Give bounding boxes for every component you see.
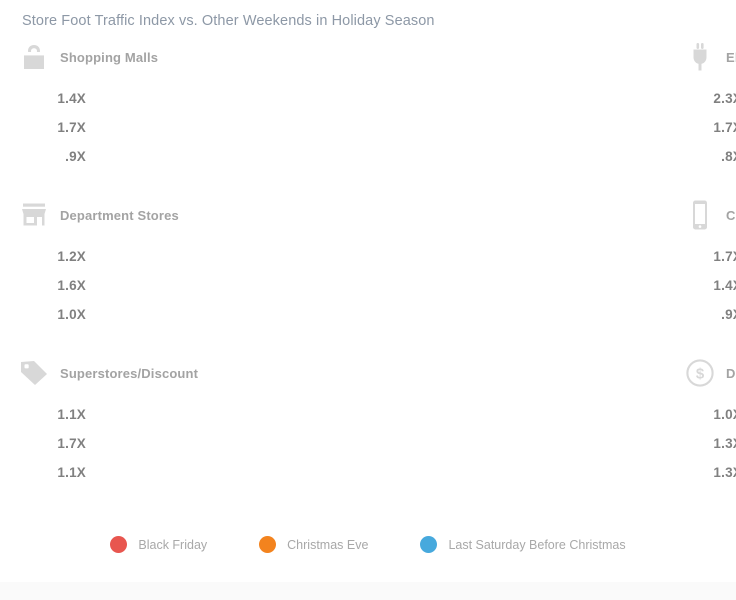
bar-row: 1.6X (18, 271, 340, 300)
bar-group: 2.3X 1.7X .8X (340, 84, 736, 171)
bar-value-label: .9X (721, 307, 736, 322)
bar-value-label: .8X (721, 149, 736, 164)
bar-row: 1.7X (18, 429, 340, 458)
bar-value-label: 1.7X (713, 249, 736, 264)
bar-track (96, 91, 340, 106)
storefront-icon (18, 199, 50, 231)
chart-legend: Black Friday Christmas Eve Last Saturday… (0, 536, 736, 553)
bar-row: .8X (340, 142, 736, 171)
bar-value-label: 1.7X (57, 120, 86, 135)
bar-value-label: 1.4X (57, 91, 86, 106)
bar-track (96, 249, 340, 264)
smartphone-icon (684, 199, 716, 231)
bar-row: 1.1X (18, 400, 340, 429)
bar-track (96, 436, 340, 451)
bar-row: 1.2X (18, 242, 340, 271)
bar-value-label: 1.7X (713, 120, 736, 135)
bar-value-label: 1.1X (57, 465, 86, 480)
legend-item-last-saturday[interactable]: Last Saturday Before Christmas (420, 536, 626, 553)
bar-track (96, 465, 340, 480)
bar-track (96, 307, 340, 322)
panel-header: Cellphone Stores (684, 198, 736, 232)
legend-label: Last Saturday Before Christmas (448, 537, 626, 552)
bar-group: 1.7X 1.4X .9X (340, 242, 736, 329)
bar-track (96, 149, 340, 164)
circle-icon (420, 536, 438, 553)
bar-value-label: .9X (65, 149, 86, 164)
bar-row: 1.7X (18, 113, 340, 142)
bar-value-label: 1.7X (57, 436, 86, 451)
panel-cellphone-stores: Cellphone Stores 1.7X 1.4X (340, 198, 736, 356)
bar-value-label: 2.3X (713, 91, 736, 106)
svg-text:$: $ (696, 365, 705, 382)
bar-row: .9X (340, 300, 736, 329)
circle-icon (110, 536, 128, 553)
category-panel-grid: Shopping Malls 1.4X 1.7X .9X E 2.3 1.7 .… (0, 40, 736, 514)
legend-item-christmas-eve[interactable]: Christmas Eve (259, 536, 368, 553)
bar-group: 1.1X 1.7X 1.1X (18, 400, 340, 487)
panel-label: Superstores/Discount (60, 365, 199, 381)
bar-group: 1.4X 1.7X .9X (18, 84, 340, 171)
panel-label: Electronics Stores (726, 49, 736, 65)
panel-row: Superstores/Discount 1.1X 1.7X 1.1X $ D … (0, 356, 736, 514)
legend-label: Christmas Eve (287, 537, 369, 552)
power-plug-icon (684, 41, 716, 73)
legend-item-black-friday[interactable]: Black Friday (110, 536, 207, 553)
panel-header: Department Stores (18, 198, 340, 232)
panel-label: Shopping Malls (60, 49, 159, 65)
panel-header: Superstores/Discount (18, 356, 340, 390)
bar-row: 1.0X (340, 400, 736, 429)
panel-superstores-discount: Superstores/Discount 1.1X 1.7X 1.1X (0, 356, 340, 514)
bar-track (96, 120, 340, 135)
bar-row: 1.3X (340, 429, 736, 458)
bar-row: 1.7X (340, 113, 736, 142)
panel-label: Cellphone Stores (726, 207, 736, 223)
bar-value-label: 1.6X (57, 278, 86, 293)
bar-value-label: 1.3X (713, 436, 736, 451)
bar-row: 1.4X (18, 84, 340, 113)
bar-value-label: 1.0X (713, 407, 736, 422)
bar-value-label: 1.4X (713, 278, 736, 293)
bar-row: 2.3X (340, 84, 736, 113)
bar-row: 1.1X (18, 458, 340, 487)
bar-row: 1.0X (18, 300, 340, 329)
panel-shopping-malls: Shopping Malls 1.4X 1.7X .9X (0, 40, 340, 198)
bar-track (96, 278, 340, 293)
chart-page: Store Foot Traffic Index vs. Other Weeke… (0, 0, 736, 600)
legend-label: Black Friday (138, 537, 208, 552)
bar-value-label: 1.0X (57, 307, 86, 322)
bar-row: 1.7X (340, 242, 736, 271)
panel-row: Shopping Malls 1.4X 1.7X .9X E 2.3 1.7 .… (0, 40, 736, 198)
bar-row: .9X (18, 142, 340, 171)
bar-row: 1.4X (340, 271, 736, 300)
panel-row: Department Stores 1.2X 1.6X 1.0X C 1.7 1… (0, 198, 736, 356)
bar-track (96, 407, 340, 422)
panel-dollar-stores: $ Dollar Stores 1.0X 1.3X (340, 356, 736, 514)
bar-value-label: 1.2X (57, 249, 86, 264)
dollar-circle-icon: $ (684, 357, 716, 389)
bar-value-label: 1.3X (713, 465, 736, 480)
page-title: Store Foot Traffic Index vs. Other Weeke… (22, 13, 435, 29)
panel-label: Dollar Stores (726, 365, 736, 381)
bar-group: 1.0X 1.3X 1.3X (340, 400, 736, 487)
panel-header: Shopping Malls (18, 40, 340, 74)
price-tag-icon (18, 357, 50, 389)
bar-value-label: 1.1X (57, 407, 86, 422)
shopping-bag-icon (18, 41, 50, 73)
panel-header: $ Dollar Stores (684, 356, 736, 390)
bar-group: 1.2X 1.6X 1.0X (18, 242, 340, 329)
panel-department-stores: Department Stores 1.2X 1.6X 1.0X (0, 198, 340, 356)
panel-label: Department Stores (60, 207, 179, 223)
bar-row: 1.3X (340, 458, 736, 487)
circle-icon (259, 536, 277, 553)
panel-header: Electronics Stores (684, 40, 736, 74)
footer-band (0, 582, 736, 600)
panel-electronics-stores: Electronics Stores 2.3X 1.7X (340, 40, 736, 198)
